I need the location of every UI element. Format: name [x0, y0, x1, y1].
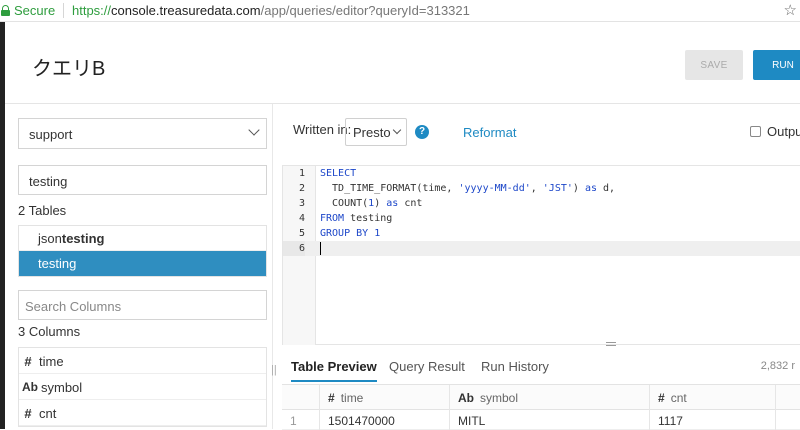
text-cursor	[320, 241, 321, 255]
numeric-type-icon: #	[24, 406, 32, 421]
language-select[interactable]: Presto	[345, 118, 407, 146]
table-item-match: testing	[61, 231, 105, 246]
extra-column-header	[775, 385, 800, 411]
url-scheme: https://	[72, 3, 112, 18]
code-line[interactable]: 2 TD_TIME_FORMAT(time, 'yyyy-MM-dd', 'JS…	[283, 181, 800, 196]
code-line[interactable]: 1 SELECT	[283, 166, 800, 181]
browser-url-bar[interactable]: Secure https://console.treasuredata.com/…	[0, 0, 800, 22]
reformat-link[interactable]: Reformat	[463, 125, 516, 140]
code-text: GROUP BY 1	[320, 228, 381, 239]
table-list: jsontesting testing	[18, 225, 267, 277]
code-text	[320, 241, 321, 256]
column-item-symbol[interactable]: Ab symbol	[19, 374, 266, 400]
cell-time[interactable]: 1501470000	[319, 410, 449, 430]
column-item-time[interactable]: # time	[19, 348, 266, 374]
tab-table-preview[interactable]: Table Preview	[291, 359, 377, 382]
query-editor[interactable]: 1 SELECT 2 TD_TIME_FORMAT(time, 'yyyy-MM-…	[282, 165, 800, 345]
string-type-icon: Ab	[22, 380, 38, 394]
run-button[interactable]: RUN	[753, 50, 800, 80]
cell-symbol[interactable]: MITL	[449, 410, 649, 430]
page-header: クエリB SAVE RUN	[5, 22, 800, 104]
tab-query-result[interactable]: Query Result	[389, 359, 465, 374]
code-line[interactable]: 5 GROUP BY 1	[283, 226, 800, 241]
table-item-testing[interactable]: testing	[19, 251, 266, 276]
results-grid: # time Ab symbol # cnt 1 1501470000 MITL 11…	[282, 384, 800, 430]
column-header-symbol[interactable]: Ab symbol	[449, 385, 649, 411]
table-row[interactable]: 1 1501470000 MITL 1117	[282, 410, 800, 430]
checkbox-icon[interactable]	[750, 126, 761, 137]
column-item-cnt[interactable]: # cnt	[19, 400, 266, 426]
column-name: cnt	[39, 406, 57, 421]
tab-run-history[interactable]: Run History	[481, 359, 549, 374]
resize-handle-icon[interactable]: ||	[271, 364, 277, 376]
table-item-jsontesting[interactable]: jsontesting	[19, 226, 266, 251]
table-item-prefix: json	[38, 231, 62, 246]
code-text: FROM testing	[320, 213, 393, 224]
code-text: SELECT	[320, 168, 357, 179]
code-line[interactable]: 4 FROM testing	[283, 211, 800, 226]
output-checkbox[interactable]: Output	[750, 124, 800, 139]
line-number: 1	[298, 168, 305, 179]
grid-header: # time Ab symbol # cnt	[282, 384, 800, 411]
cell-cnt[interactable]: 1117	[649, 410, 775, 430]
save-button[interactable]: SAVE	[685, 50, 743, 80]
url-text[interactable]: https://console.treasuredata.com/app/que…	[72, 3, 470, 18]
code-text: TD_TIME_FORMAT(time, 'yyyy-MM-dd', 'JST'…	[320, 183, 616, 194]
column-count: 3 Columns	[18, 324, 81, 339]
table-count: 2 Tables	[18, 203, 67, 218]
header-label: time	[340, 391, 364, 405]
line-number: 5	[298, 228, 305, 239]
chevron-down-icon	[392, 125, 402, 135]
panel-divider[interactable]	[272, 104, 273, 429]
column-name: time	[39, 354, 64, 369]
column-header-time[interactable]: # time	[319, 385, 449, 411]
line-number: 2	[298, 183, 305, 194]
line-number: 3	[298, 198, 305, 209]
secure-label: Secure	[14, 3, 56, 18]
extra-cell	[775, 410, 800, 430]
code-text: COUNT(1) as cnt	[320, 198, 423, 209]
line-number: 6	[283, 241, 305, 256]
column-search-input[interactable]: Search Columns	[18, 290, 267, 320]
column-name: symbol	[41, 380, 83, 395]
chevron-down-icon	[248, 124, 260, 136]
row-count: 2,832 r	[760, 360, 795, 372]
numeric-type-icon: #	[328, 391, 335, 405]
output-label: Output	[767, 124, 800, 139]
page-title[interactable]: クエリB	[32, 52, 105, 81]
row-number: 1	[290, 414, 297, 428]
schema-sidebar: support testing 2 Tables jsontesting tes…	[5, 104, 272, 429]
code-line-active[interactable]: 6	[283, 241, 800, 256]
url-path: /app/queries/editor?queryId=313321	[260, 3, 470, 18]
url-host: console.treasuredata.com	[111, 3, 261, 18]
code-line[interactable]: 3 COUNT(1) as cnt	[283, 196, 800, 211]
header-label: symbol	[480, 391, 519, 405]
string-type-icon: Ab	[458, 391, 474, 405]
database-select-value: support	[29, 127, 73, 142]
result-tabs: Table Preview Query Result Run History	[282, 350, 800, 384]
url-separator	[63, 3, 64, 18]
editor-resize-handle-icon[interactable]	[606, 342, 616, 346]
written-in-label: Written in:	[293, 122, 352, 137]
bookmark-star-icon[interactable]: ☆	[784, 1, 797, 19]
header-label: cnt	[670, 391, 687, 405]
help-icon[interactable]: ?	[415, 125, 429, 139]
numeric-type-icon: #	[24, 354, 32, 369]
lock-icon	[1, 5, 10, 16]
database-select[interactable]: support	[18, 118, 267, 149]
language-select-value: Presto	[353, 125, 391, 140]
column-list: # time Ab symbol # cnt	[18, 347, 267, 427]
table-item-match: testing	[38, 256, 77, 271]
column-header-cnt[interactable]: # cnt	[649, 385, 775, 411]
numeric-type-icon: #	[658, 391, 665, 405]
line-number: 4	[298, 213, 305, 224]
table-search-input[interactable]: testing	[18, 165, 267, 195]
row-number-header	[282, 385, 319, 411]
